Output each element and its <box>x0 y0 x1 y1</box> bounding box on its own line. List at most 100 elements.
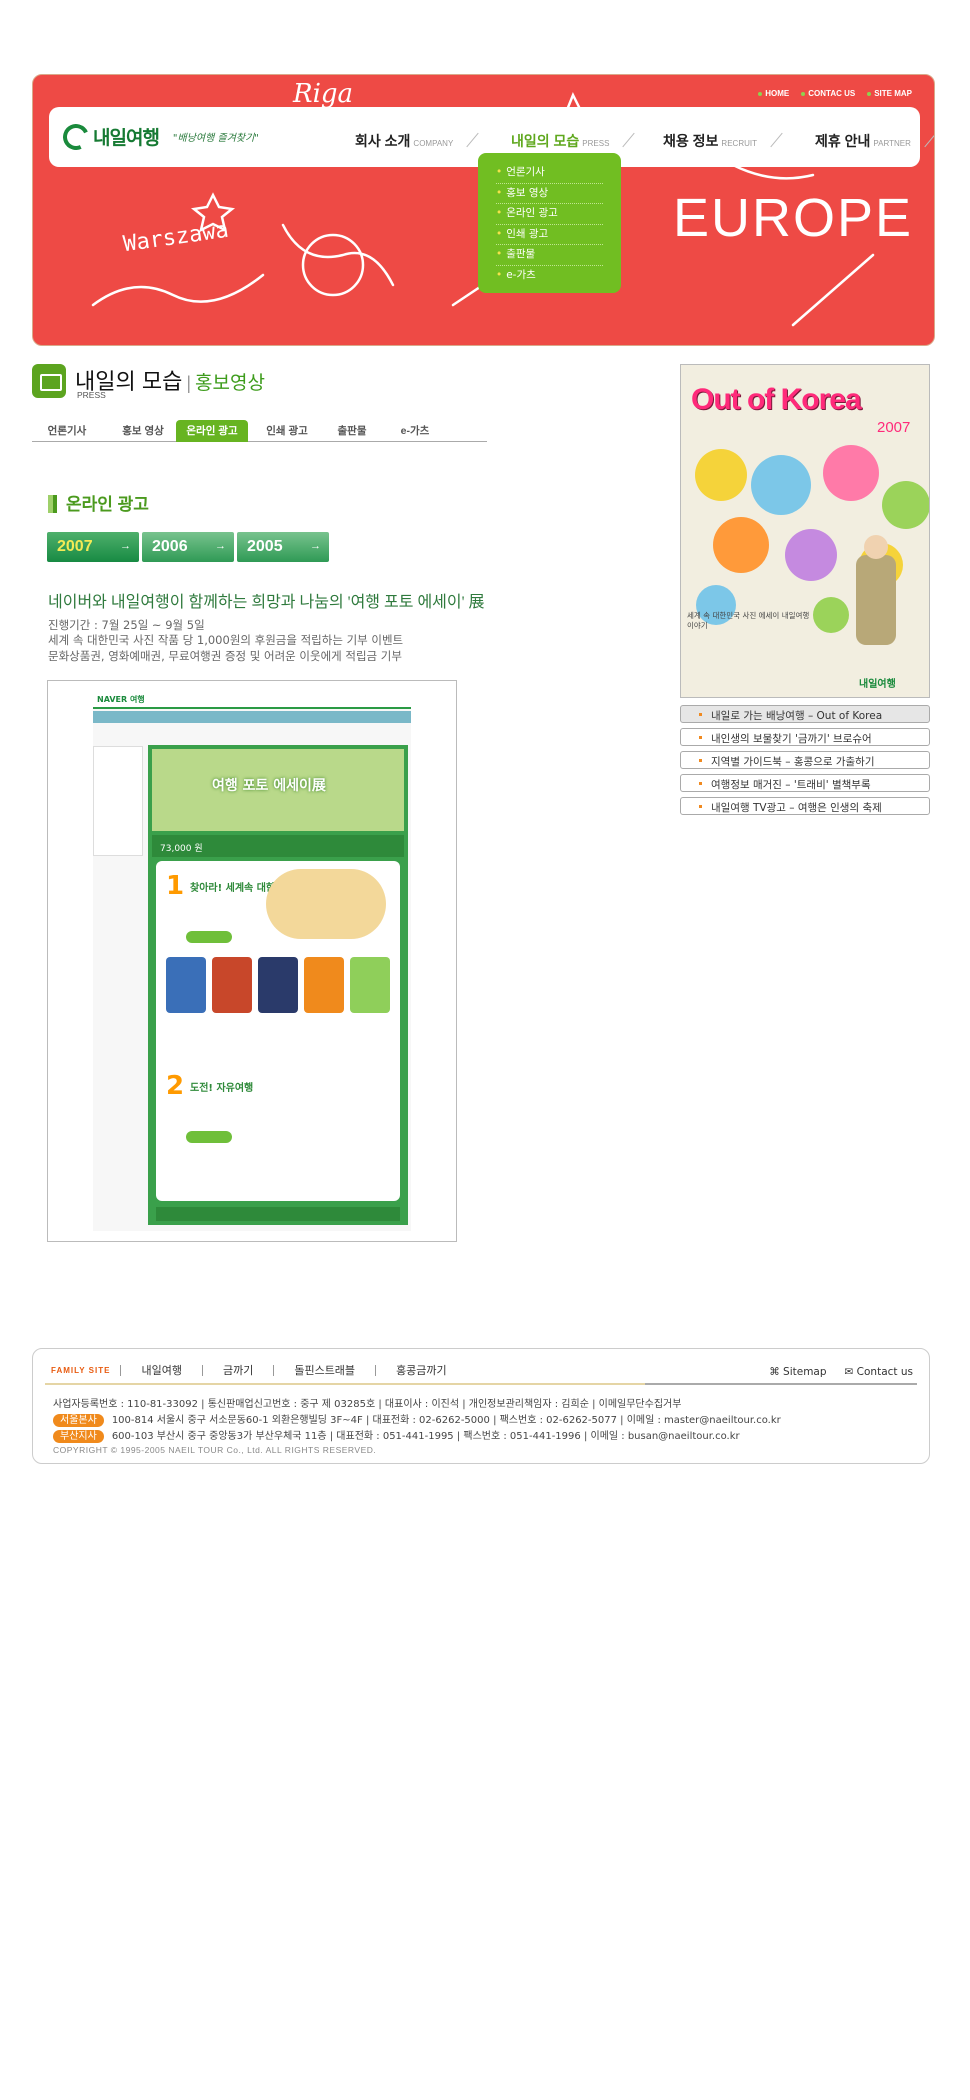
submenu-item-print-ads[interactable]: 인쇄 광고 <box>496 225 603 245</box>
sidebar-link-guidebook[interactable]: 지역별 가이드북 – 홍콩으로 가출하기 <box>680 751 930 769</box>
step-2-title: 도전! 자유여행 <box>190 1083 254 1094</box>
prize-card <box>350 957 390 1013</box>
screenshot-header: NAVER 여행 <box>93 691 411 709</box>
sidebar-link-magazine[interactable]: 여행정보 매거진 – '트래비' 별책부록 <box>680 774 930 792</box>
menu-press-en: PRESS <box>582 139 610 148</box>
prize-card <box>304 957 344 1013</box>
tab-e-gachul[interactable]: e-가츠 <box>384 420 446 442</box>
seoul-info: 100-814 서울시 중구 서소문동60-1 외환은행빌딩 3F~4F | 대… <box>111 1415 781 1426</box>
footer-contact-link[interactable]: ✉ Contact us <box>845 1366 913 1378</box>
banner-word-europe: EUROPE <box>673 188 914 248</box>
sidebar-ad-banner[interactable]: Out of Korea 2007 세계 속 대한민국 사진 에세이 내일여행 … <box>680 364 930 698</box>
tv-icon <box>32 364 66 398</box>
site-logo[interactable]: 내일여행 "배낭여행 즐겨찾기" <box>59 119 259 154</box>
ad-title: Out of Korea <box>691 383 862 416</box>
menu-partner-label: 제휴 안내 <box>815 133 871 149</box>
year-label: 2006 <box>152 538 188 555</box>
arrow-right-icon: → <box>120 540 131 552</box>
year-button-2005[interactable]: 2005 → <box>237 532 329 562</box>
menu-company-en: COMPANY <box>413 139 454 148</box>
step-number-1: 1 <box>166 871 185 901</box>
contact-link[interactable]: CONTAC US <box>801 89 855 98</box>
busan-badge: 부산지사 <box>53 1430 104 1443</box>
menu-press[interactable]: 내일의 모습 PRESS <box>511 131 609 151</box>
section-heading: 온라인 광고 <box>48 490 149 515</box>
press-submenu: 언론기사 홍보 영상 온라인 광고 인쇄 광고 출판물 e-가츠 <box>478 153 621 293</box>
tab-publications[interactable]: 출판물 <box>324 420 380 442</box>
menu-recruit-en: RECRUIT <box>721 139 757 148</box>
ad-description-2: 문화상품권, 영화예매권, 무료여행권 증정 및 어려운 이웃에게 적립금 기부 <box>48 649 402 663</box>
home-link[interactable]: HOME <box>758 89 789 98</box>
year-label: 2005 <box>247 538 283 555</box>
sitemap-link[interactable]: SITE MAP <box>867 89 912 98</box>
menu-partner-en: PARTNER <box>873 139 911 148</box>
footer-divider <box>45 1383 917 1385</box>
screenshot-illustration <box>266 869 386 939</box>
submenu-item-articles[interactable]: 언론기사 <box>496 163 603 184</box>
family-site-hongkong[interactable]: 홍콩금까기 <box>375 1365 467 1376</box>
screenshot-footer <box>156 1207 400 1221</box>
footer-busan-office: 부산지사 600-103 부산시 중구 중앙동3가 부산우체국 11층 | 대표전… <box>53 1427 740 1443</box>
sidebar-link-brochure[interactable]: 내인생의 보물찾기 '금까기' 브로슈어 <box>680 728 930 746</box>
page-title-area: 내일의 모습 | 홍보영상 PRESS <box>32 364 482 406</box>
family-site-naeil[interactable]: 내일여행 <box>120 1365 201 1376</box>
page-title-en: PRESS <box>77 390 106 400</box>
footer: FAMILY SITE 내일여행 금까기 돌핀스트래블 홍콩금까기 ⌘ Site… <box>32 1348 930 1464</box>
mail-icon: ✉ <box>844 1366 857 1378</box>
ad-description-1: 세계 속 대한민국 사진 작품 당 1,000원의 후원금을 적립하는 기부 이… <box>48 633 404 647</box>
menu-recruit[interactable]: 채용 정보 RECRUIT <box>663 131 757 151</box>
ad-year: 2007 <box>877 419 911 436</box>
screenshot-prize-bar: 73,000 원 <box>152 835 404 857</box>
year-label: 2007 <box>57 538 93 555</box>
logo-text: 내일여행 <box>93 128 160 149</box>
footer-sitemap-label: Sitemap <box>783 1366 827 1378</box>
menu-recruit-label: 채용 정보 <box>663 133 719 149</box>
footer-seoul-office: 서울본사 100-814 서울시 중구 서소문동60-1 외환은행빌딩 3F~4F… <box>53 1411 781 1427</box>
family-site-dolphins[interactable]: 돌핀스트래블 <box>273 1365 375 1376</box>
header-banner: Riga Warszawa EUROPE HOME CONTAC US SITE… <box>32 74 935 346</box>
tab-video[interactable]: 홍보 영상 <box>108 420 178 442</box>
top-links: HOME CONTAC US SITE MAP <box>758 89 912 98</box>
submenu-item-online-ads[interactable]: 온라인 광고 <box>496 204 603 225</box>
submenu-item-e-gachul[interactable]: e-가츠 <box>496 266 603 286</box>
menu-company-label: 회사 소개 <box>355 133 411 149</box>
tab-print-ads[interactable]: 인쇄 광고 <box>254 420 320 442</box>
ad-logo: 내일여행 <box>859 679 896 690</box>
submenu-item-publications[interactable]: 출판물 <box>496 245 603 266</box>
screenshot-button <box>186 1131 232 1143</box>
logo-slogan: "배낭여행 즐겨찾기" <box>172 133 259 144</box>
menu-company[interactable]: 회사 소개 COMPANY <box>355 131 453 151</box>
screenshot-event-body: 1 찾아라! 세계속 대한민국 2 도전! 자유여행 <box>156 861 400 1201</box>
family-site-label: FAMILY SITE <box>51 1366 111 1375</box>
logo-mark-icon <box>59 119 93 154</box>
screenshot-sidebar <box>93 746 143 856</box>
sitemap-icon: ⌘ <box>769 1366 784 1378</box>
year-button-2007[interactable]: 2007 → <box>47 532 139 562</box>
screenshot-menu-bar <box>93 711 411 723</box>
sidebar-link-tv-ad[interactable]: 내일여행 TV광고 – 여행은 인생의 축제 <box>680 797 930 815</box>
footer-business-info: 사업자등록번호 : 110-81-33092 | 통신판매업신고번호 : 중구 … <box>53 1399 682 1410</box>
banner-word-riga: Riga <box>293 79 354 109</box>
family-sites: FAMILY SITE 내일여행 금까기 돌핀스트래블 홍콩금까기 <box>51 1365 467 1376</box>
menu-partner[interactable]: 제휴 안내 PARTNER <box>815 131 911 151</box>
arrow-right-icon: → <box>215 540 226 552</box>
copyright: COPYRIGHT © 1995-2005 NAEIL TOUR Co., Lt… <box>53 1445 377 1455</box>
ad-period: 진행기간 : 7월 25일 ~ 9월 5일 <box>48 618 205 632</box>
submenu-item-video[interactable]: 홍보 영상 <box>496 184 603 204</box>
menu-press-label: 내일의 모습 <box>511 133 580 149</box>
ad-screenshot[interactable]: NAVER 여행 여행 포토 에세이展 73,000 원 1 찾아라! 세계속 … <box>47 680 457 1242</box>
footer-contact-label: Contact us <box>856 1366 913 1378</box>
year-button-2006[interactable]: 2006 → <box>142 532 234 562</box>
prize-card <box>258 957 298 1013</box>
busan-info: 600-103 부산시 중구 중앙동3가 부산우체국 11층 | 대표전화 : … <box>111 1431 740 1442</box>
prize-card <box>212 957 252 1013</box>
sidebar-link-out-of-korea[interactable]: 내일로 가는 배낭여행 – Out of Korea <box>680 705 930 723</box>
seoul-badge: 서울본사 <box>53 1414 104 1427</box>
family-site-geumkkagi[interactable]: 금까기 <box>201 1365 273 1376</box>
screenshot-site-label: NAVER 여행 <box>97 695 145 704</box>
section-tabs: 언론기사 홍보 영상 온라인 광고 인쇄 광고 출판물 e-가츠 <box>32 420 487 442</box>
tab-online-ads[interactable]: 온라인 광고 <box>176 420 248 442</box>
tab-articles[interactable]: 언론기사 <box>32 420 102 442</box>
footer-sitemap-link[interactable]: ⌘ Sitemap <box>769 1366 826 1378</box>
screenshot-button <box>186 931 232 943</box>
